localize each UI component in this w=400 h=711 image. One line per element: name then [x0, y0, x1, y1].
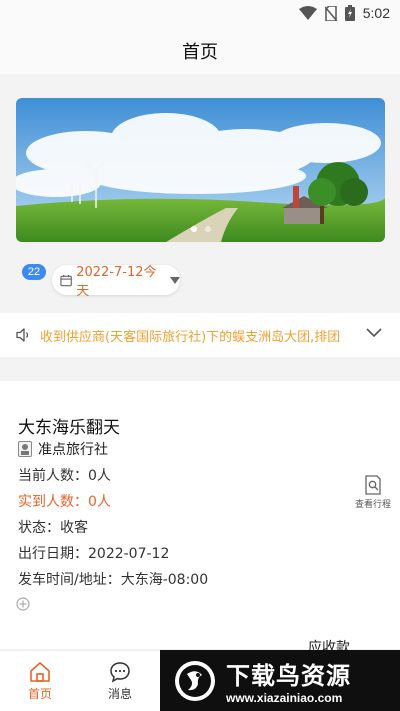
watermark-text: 下载鸟资源 www.xiazainiao.com [226, 656, 351, 705]
banner-carousel[interactable] [16, 98, 385, 242]
view-route-button[interactable]: 查看行程 [353, 475, 393, 510]
status-bar: 5:02 [0, 0, 400, 28]
agency-avatar-icon [18, 441, 32, 457]
date-value: 2022-7-12今天 [76, 265, 157, 299]
carousel-dots [16, 226, 385, 232]
no-sim-icon [324, 5, 337, 21]
current-count: 当前人数：0人 [18, 468, 111, 484]
route-search-icon [365, 475, 381, 495]
trip-title: 大东海乐翻天 [18, 418, 120, 438]
notice-text: 收到供应商(天客国际旅行社)下的蜈支洲岛大团,排团 [40, 329, 341, 345]
status-time: 5:02 [362, 5, 390, 21]
view-route-label: 查看行程 [354, 500, 391, 510]
date-selector[interactable]: 2022-7-12今天 [52, 265, 180, 299]
tab-messages-label: 消息 [107, 687, 132, 701]
departure-date: 出行日期：2022-07-12 [18, 546, 170, 562]
tab-home-label: 首页 [27, 687, 52, 701]
notice-bar[interactable]: 收到供应商(天客国际旅行社)下的蜈支洲岛大团,排团 [0, 313, 400, 357]
status-icons: 5:02 [298, 5, 390, 21]
speaker-icon [16, 328, 29, 342]
watermark-title: 下载鸟资源 [226, 662, 351, 690]
watermark-url: www.xiazainiao.com [226, 691, 343, 705]
wifi-icon [298, 6, 317, 20]
agency-name: 准点旅行社 [38, 442, 108, 458]
chevron-down-icon[interactable] [366, 328, 382, 338]
add-circle-icon[interactable] [16, 597, 30, 611]
tab-messages[interactable]: 消息 [98, 661, 142, 702]
page-title: 首页 [182, 42, 218, 63]
tab-home[interactable]: 首页 [18, 661, 62, 702]
home-icon [30, 662, 50, 682]
carousel-dot-2[interactable] [204, 226, 211, 232]
count-badge: 22 [22, 264, 46, 280]
watermark-banner: 下载鸟资源 www.xiazainiao.com [160, 650, 400, 711]
arrived-count: 实到人数：0人 [18, 494, 111, 510]
agency-row: 准点旅行社 [18, 439, 108, 459]
message-icon [110, 662, 130, 683]
calendar-icon [60, 274, 72, 286]
header: 首页 [0, 28, 400, 74]
battery-icon [344, 5, 355, 21]
caret-down-icon [170, 276, 180, 284]
banner-image [16, 98, 385, 242]
trip-card[interactable]: 大东海乐翻天 准点旅行社 当前人数：0人 实到人数：0人 状态：收客 出行日期：… [0, 381, 400, 656]
departure-time-place: 发车时间/地址：大东海-08:00 [18, 572, 209, 588]
bird-logo-icon [175, 660, 215, 701]
carousel-dot-1[interactable] [190, 226, 197, 232]
trip-status: 状态：收客 [18, 520, 88, 536]
